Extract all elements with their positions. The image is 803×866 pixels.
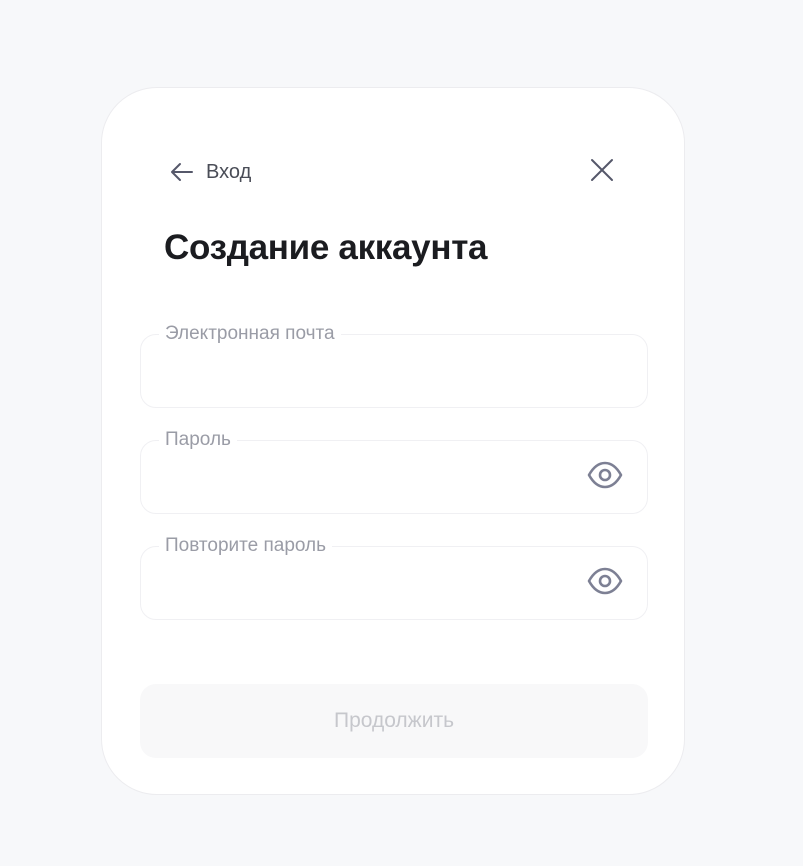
email-input[interactable] [163, 359, 567, 391]
signup-card: Вход Создание аккаунта Электронная почта… [101, 87, 685, 795]
page-title: Создание аккаунта [164, 228, 488, 267]
close-icon [589, 157, 615, 188]
email-field-label: Электронная почта [159, 322, 341, 346]
arrow-left-icon [168, 158, 196, 186]
close-button[interactable] [586, 156, 618, 188]
repeat-password-field[interactable]: Повторите пароль [140, 534, 648, 620]
password-visibility-toggle[interactable] [585, 459, 625, 495]
back-to-login-link[interactable]: Вход [168, 156, 251, 188]
eye-icon [586, 566, 624, 601]
email-field[interactable]: Электронная почта [140, 322, 648, 408]
back-link-label: Вход [206, 160, 252, 183]
repeat-password-visibility-toggle[interactable] [585, 565, 625, 601]
password-input[interactable] [163, 465, 567, 497]
card-header: Вход [168, 156, 618, 188]
password-field[interactable]: Пароль [140, 428, 648, 514]
eye-icon [586, 460, 624, 495]
continue-button[interactable]: Продолжить [140, 684, 648, 758]
repeat-password-input[interactable] [163, 571, 567, 603]
repeat-password-field-label: Повторите пароль [159, 534, 333, 558]
password-field-label: Пароль [159, 428, 237, 452]
